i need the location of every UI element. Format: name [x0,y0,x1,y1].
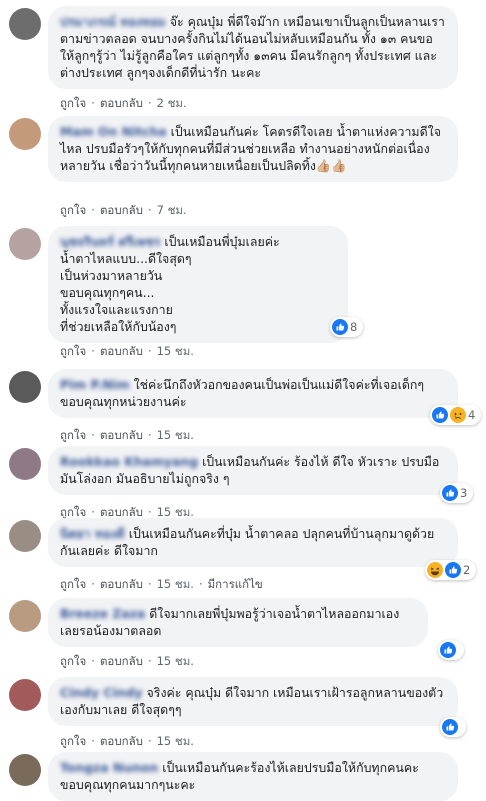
avatar[interactable] [9,520,41,552]
comment-bubble: Breeze Zaza ดีใจมากเลยพี่บุ๋มพอรู้ว่าเจอน… [48,598,428,647]
comment-bubble: Rookkao Khamyang เป็นเหมือนกันค่ะ ร้องไห้… [48,446,458,495]
sad-icon [450,407,466,423]
edited-label[interactable]: มีการแก้ไข [208,576,263,594]
like-link[interactable]: ถูกใจ [60,202,86,220]
author-name[interactable]: Pim P.Nim [60,376,130,393]
comment-bubble: ปรมาภรณ์ ทองหอม จ๊ะ คุณบุ๋ม พี่ดีใจม๊าก เ… [48,6,458,89]
author-name[interactable]: Tongza Nunon [60,759,158,776]
comment-actions: ถูกใจ · ตอบกลับ · 15 ชม. [60,427,194,445]
author-name[interactable]: Cindy Cindy [60,684,143,701]
timestamp[interactable]: 15 ชม. [157,653,194,671]
like-link[interactable]: ถูกใจ [60,343,86,361]
reply-link[interactable]: ตอบกลับ [100,202,143,220]
comment-actions: ถูกใจ · ตอบกลับ · 15 ชม. · มีการแก้ไข [60,576,263,594]
comment-actions: ถูกใจ · ตอบกลับ · 15 ชม. [60,653,194,671]
like-link[interactable]: ถูกใจ [60,95,86,113]
comment-feed: ปรมาภรณ์ ทองหอม จ๊ะ คุณบุ๋ม พี่ดีใจม๊าก เ… [0,0,486,801]
reaction-count: 3 [460,486,468,500]
like-link[interactable]: ถูกใจ [60,576,86,594]
like-icon [442,719,458,735]
timestamp[interactable]: 15 ชม. [157,343,194,361]
haha-icon [427,562,443,578]
like-icon [432,407,448,423]
avatar[interactable] [9,600,41,632]
comment-bubble: นุชจรินทร์ ศรีเพชร เป็นเหมือนพี่บุ๋มเลยค่… [48,226,348,343]
reply-link[interactable]: ตอบกลับ [100,427,143,445]
comment-actions: ถูกใจ · ตอบกลับ · 15 ชม. [60,733,194,751]
comment-actions: ถูกใจ · ตอบกลับ · 2 ชม. [60,95,187,113]
reaction-summary[interactable]: 2 [425,560,477,580]
reaction-summary[interactable]: 3 [440,483,474,503]
like-icon [332,319,348,335]
reaction-summary[interactable] [440,717,466,737]
like-icon [442,485,458,501]
avatar[interactable] [9,118,41,150]
comment-actions: ถูกใจ · ตอบกลับ · 15 ชม. [60,343,194,361]
timestamp[interactable]: 2 ชม. [157,95,187,113]
like-link[interactable]: ถูกใจ [60,653,86,671]
reaction-count: 4 [468,408,476,422]
author-name[interactable]: นุชจรินทร์ ศรีเพชร [60,233,160,250]
comment-bubble: Cindy Cindy จริงค่ะ คุณบุ๋ม ดีใจมาก เหมือ… [48,677,458,726]
timestamp[interactable]: 15 ชม. [157,576,194,594]
author-name[interactable]: Rookkao Khamyang [60,453,198,470]
author-name[interactable]: Mam On Nitcha [60,123,167,140]
like-icon [440,642,456,658]
author-name[interactable]: นิตยา ทองดี [60,525,125,542]
reaction-count: 2 [463,563,471,577]
avatar[interactable] [9,754,41,786]
like-link[interactable]: ถูกใจ [60,427,86,445]
reaction-summary[interactable]: 8 [330,317,364,337]
comment-actions: ถูกใจ · ตอบกลับ · 7 ชม. [60,202,187,220]
reply-link[interactable]: ตอบกลับ [100,576,143,594]
comment-bubble: Mam On Nitcha เป็นเหมือนกันค่ะ โคตรดีใจเล… [48,116,458,182]
avatar[interactable] [9,228,41,260]
avatar[interactable] [9,371,41,403]
reaction-summary[interactable] [438,640,464,660]
comment-bubble: นิตยา ทองดี เป็นเหมือนกันคะที่บุ๋ม น้ำตาค… [48,518,458,567]
reply-link[interactable]: ตอบกลับ [100,95,143,113]
author-name[interactable]: ปรมาภรณ์ ทองหอม [60,13,166,30]
timestamp[interactable]: 7 ชม. [157,202,187,220]
reaction-count: 8 [350,320,358,334]
avatar[interactable] [9,448,41,480]
like-icon [445,562,461,578]
reaction-summary[interactable]: 4 [430,405,482,425]
reply-link[interactable]: ตอบกลับ [100,343,143,361]
reply-link[interactable]: ตอบกลับ [100,733,143,751]
avatar[interactable] [9,679,41,711]
author-name[interactable]: Breeze Zaza [60,605,145,622]
comment-bubble: Pim P.Nim ใช่ค่ะนึกถึงหัวอกของคนเป็นพ่อเป… [48,369,458,418]
like-link[interactable]: ถูกใจ [60,733,86,751]
comment-bubble: Tongza Nunon เป็นเหมือนกันคะร้องไห้เลยปรบ… [48,752,458,801]
timestamp[interactable]: 15 ชม. [157,733,194,751]
avatar[interactable] [9,8,41,40]
timestamp[interactable]: 15 ชม. [157,427,194,445]
reply-link[interactable]: ตอบกลับ [100,653,143,671]
